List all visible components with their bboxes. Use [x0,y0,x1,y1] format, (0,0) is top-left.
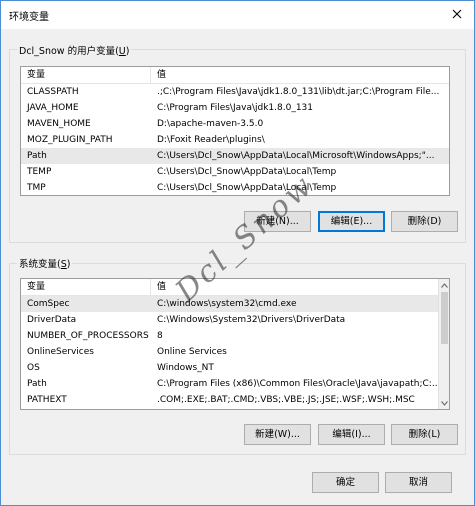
system-delete-button[interactable]: 删除(L) [391,424,458,445]
variable-name-cell: ComSpec [27,299,70,309]
variable-value-cell: .COM;.EXE;.BAT;.CMD;.VBS;.VBE;.JS;.JSE;.… [157,395,415,405]
variable-name-cell: NUMBER_OF_PROCESSORS [27,331,149,341]
variable-value-cell: Windows_NT [157,363,214,373]
table-row[interactable]: NUMBER_OF_PROCESSORS 8 [21,328,449,344]
table-row[interactable]: TMP C:\Users\Dcl_Snow\AppData\Local\Temp [21,180,449,195]
variable-name-cell: TEMP [27,167,52,177]
window-title: 环境变量 [9,12,49,23]
variable-value-cell: C:\Users\Dcl_Snow\AppData\Local\Temp [157,167,337,177]
variable-value-cell: C:\Program Files (x86)\Common Files\Orac… [157,379,441,389]
variable-name-cell: JAVA_HOME [27,103,79,113]
system-new-button[interactable]: 新建(W)... [244,424,311,445]
table-row[interactable]: Path C:\Users\Dcl_Snow\AppData\Local\Micr… [21,148,449,164]
variable-name-cell: Path [27,379,47,389]
chevron-up-icon [440,282,448,288]
vertical-scrollbar[interactable] [438,279,449,409]
variable-name-cell: TMP [27,183,46,193]
variable-name-cell: OnlineServices [27,347,94,357]
table-header: 变量 值 [21,67,449,84]
column-header-value[interactable]: 值 [151,67,166,83]
variable-name-cell: CLASSPATH [27,87,79,97]
user-variables-label: Dcl_Snow 的用户变量(U) [17,43,132,57]
variable-value-cell: D:\apache-maven-3.5.0 [157,119,264,129]
column-header-variable[interactable]: 变量 [21,67,151,83]
environment-variables-dialog: 环境变量 变量 值 CLASSPATH .;C:\Program Files\Ja… [0,0,475,506]
variable-name-cell: MOZ_PLUGIN_PATH [27,135,113,145]
user-variables-table[interactable]: 变量 值 CLASSPATH .;C:\Program Files\Java\jd… [20,66,450,196]
user-new-button[interactable]: 新建(N)... [244,211,311,232]
title-bar[interactable]: 环境变量 [1,1,474,29]
variable-name-cell: OS [27,363,40,373]
system-edit-button[interactable]: 编辑(I)... [318,424,385,445]
table-row[interactable]: JAVA_HOME C:\Program Files\Java\jdk1.8.0_… [21,100,449,116]
table-row[interactable]: CLASSPATH .;C:\Program Files\Java\jdk1.8.… [21,84,449,100]
table-header: 变量 值 [21,279,449,296]
system-variables-group: 变量 值 ComSpec C:\windows\system32\cmd.exe D… [9,263,466,455]
table-row[interactable]: OnlineServices Online Services [21,344,449,360]
system-variables-rows: ComSpec C:\windows\system32\cmd.exe Driver… [21,296,449,408]
close-icon [452,9,462,19]
user-variables-group: 变量 值 CLASSPATH .;C:\Program Files\Java\jd… [9,49,466,243]
variable-value-cell: C:\Program Files\Java\jdk1.8.0_131 [157,103,314,113]
variable-value-cell: C:\Users\Dcl_Snow\AppData\Local\Temp [157,183,337,193]
user-delete-button[interactable]: 删除(D) [391,211,458,232]
scroll-down-button[interactable] [439,397,449,409]
table-row[interactable]: ComSpec C:\windows\system32\cmd.exe [21,296,449,312]
variable-name-cell: MAVEN_HOME [27,119,91,129]
system-variables-table[interactable]: 变量 值 ComSpec C:\windows\system32\cmd.exe D… [20,278,450,410]
system-variables-label: 系统变量(S) [17,256,73,270]
variable-name-cell: Path [27,151,47,161]
column-header-value[interactable]: 值 [151,279,166,295]
close-button[interactable] [446,4,468,24]
variable-value-cell: C:\Users\Dcl_Snow\AppData\Local\Microsof… [157,151,435,161]
variable-value-cell: .;C:\Program Files\Java\jdk1.8.0_131\lib… [157,87,440,97]
chevron-down-icon [440,400,448,406]
column-header-variable[interactable]: 变量 [21,279,151,295]
cancel-button[interactable]: 取消 [385,472,452,493]
table-row[interactable]: MOZ_PLUGIN_PATH D:\Foxit Reader\plugins\ [21,132,449,148]
table-row[interactable]: DriverData C:\Windows\System32\Drivers\Dr… [21,312,449,328]
variable-value-cell: 8 [157,331,163,341]
user-edit-button[interactable]: 编辑(E)... [318,211,385,232]
table-row[interactable]: TEMP C:\Users\Dcl_Snow\AppData\Local\Temp [21,164,449,180]
table-row[interactable]: OS Windows_NT [21,360,449,376]
user-variables-rows: CLASSPATH .;C:\Program Files\Java\jdk1.8.… [21,84,449,195]
variable-name-cell: DriverData [27,315,77,325]
table-row[interactable]: MAVEN_HOME D:\apache-maven-3.5.0 [21,116,449,132]
variable-name-cell: PATHEXT [27,395,67,405]
ok-button[interactable]: 确定 [312,472,379,493]
variable-value-cell: C:\windows\system32\cmd.exe [157,299,297,309]
variable-value-cell: Online Services [157,347,227,357]
table-row[interactable]: PATHEXT .COM;.EXE;.BAT;.CMD;.VBS;.VBE;.JS… [21,392,449,408]
variable-value-cell: C:\Windows\System32\Drivers\DriverData [157,315,346,325]
table-row[interactable]: Path C:\Program Files (x86)\Common Files\… [21,376,449,392]
scroll-up-button[interactable] [439,279,449,291]
scrollbar-thumb[interactable] [441,292,448,344]
variable-value-cell: D:\Foxit Reader\plugins\ [157,135,265,145]
